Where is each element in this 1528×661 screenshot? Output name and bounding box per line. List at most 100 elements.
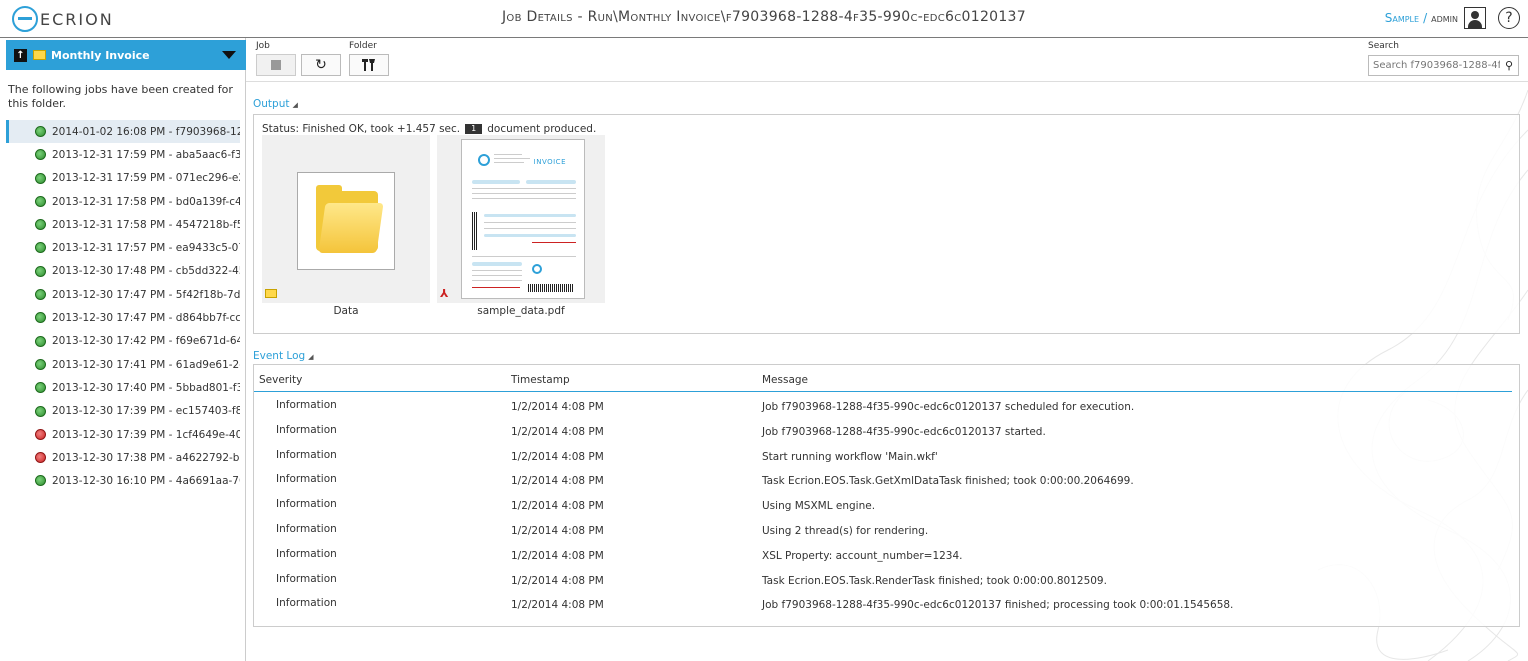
event-log-row[interactable]: Information 1/2/2014 4:08 PM Job f7903968-…: [254, 399, 1512, 424]
rerun-job-button[interactable]: ↻: [301, 54, 341, 76]
cell-timestamp: 1/2/2014 4:08 PM: [511, 549, 604, 562]
invoice-header-band: [484, 234, 576, 237]
stop-icon: [271, 60, 281, 70]
invoice-text-line: [472, 188, 576, 189]
cell-severity: Information: [276, 597, 337, 610]
job-list-item[interactable]: 2013-12-30 17:42 PM - f69e671d-6485-...: [6, 330, 240, 353]
event-log-row[interactable]: Information 1/2/2014 4:08 PM Task Ecrion.E…: [254, 473, 1512, 498]
column-header-timestamp[interactable]: Timestamp: [511, 374, 570, 386]
job-list-item[interactable]: 2013-12-30 17:39 PM - ec157403-f8f8-...: [6, 400, 240, 423]
cell-severity: Information: [276, 423, 337, 436]
job-label: 2013-12-30 17:48 PM - cb5dd322-45b-...: [52, 265, 240, 278]
job-label: 2013-12-31 17:59 PM - 071ec296-e2fa-...: [52, 172, 240, 185]
invoice-text-line: [494, 158, 530, 159]
help-icon[interactable]: ?: [1498, 7, 1520, 29]
cell-message: XSL Property: account_number=1234.: [762, 549, 963, 562]
event-log-row[interactable]: Information 1/2/2014 4:08 PM Job f7903968-…: [254, 424, 1512, 449]
workspace-link[interactable]: Sample: [1385, 11, 1419, 25]
event-log-row[interactable]: Information 1/2/2014 4:08 PM Using 2 threa…: [254, 523, 1512, 548]
invoice-total-line: [472, 287, 520, 288]
output-section-toggle[interactable]: Output ◢: [253, 98, 298, 110]
status-ok-icon: [35, 382, 46, 394]
status-ok-icon: [35, 219, 46, 231]
search-box: ⚲: [1368, 55, 1519, 76]
status-ok-icon: [35, 405, 46, 417]
user-area: Sample / admin ?: [1385, 5, 1520, 31]
up-arrow-icon[interactable]: ↑: [14, 48, 27, 62]
refresh-icon: ↻: [315, 57, 327, 73]
user-name[interactable]: admin: [1431, 11, 1458, 25]
user-avatar-icon[interactable]: [1464, 7, 1486, 29]
job-list-item[interactable]: 2013-12-30 17:38 PM - a4622792-b8b-...: [6, 446, 240, 469]
column-header-severity[interactable]: Severity: [259, 374, 302, 386]
status-ok-icon: [35, 358, 46, 370]
job-list-item[interactable]: 2014-01-02 16:08 PM - f7903968-1288-...: [6, 120, 240, 144]
app-header: ECRION Job Details - Run\Monthly Invoice…: [0, 0, 1528, 38]
cell-message: Using 2 thread(s) for rendering.: [762, 525, 929, 537]
status-ok-icon: [35, 149, 46, 161]
cell-message: Task Ecrion.EOS.Task.GetXmlDataTask fini…: [762, 475, 1134, 488]
invoice-text-line: [472, 193, 576, 194]
event-log-row[interactable]: Information 1/2/2014 4:08 PM Task Ecrion.E…: [254, 573, 1512, 598]
cell-severity: Information: [276, 547, 337, 560]
event-log-row[interactable]: Information 1/2/2014 4:08 PM XSL Property:…: [254, 548, 1512, 573]
output-item-pdf[interactable]: INVOICE ⅄: [437, 135, 605, 303]
job-label: 2013-12-30 17:42 PM - f69e671d-6485-...: [52, 335, 240, 348]
job-list-item[interactable]: 2013-12-31 17:59 PM - aba5aac6-f398-...: [6, 143, 240, 166]
status-ok-icon: [35, 475, 46, 487]
sidebar: ↑ Monthly Invoice The following jobs hav…: [0, 38, 246, 661]
job-list-item[interactable]: 2013-12-30 17:48 PM - cb5dd322-45b-...: [6, 260, 240, 283]
event-log-section-toggle[interactable]: Event Log ◢: [253, 350, 314, 362]
stop-job-button[interactable]: [256, 54, 296, 76]
search-input[interactable]: [1369, 60, 1500, 71]
folder-front-shape: [318, 203, 384, 253]
cell-timestamp: 1/2/2014 4:08 PM: [511, 425, 604, 438]
job-label: 2013-12-30 17:47 PM - d864bb7f-cc31-...: [52, 312, 240, 325]
chevron-down-icon[interactable]: [222, 51, 236, 59]
job-list-item[interactable]: 2013-12-30 17:47 PM - 5f42f18b-7d11-...: [6, 283, 240, 306]
column-header-message[interactable]: Message: [762, 374, 808, 386]
toolbar: Job ↻ Folder Search ⚲: [246, 38, 1528, 82]
document-count-badge: 1: [465, 124, 483, 134]
cell-message: Start running workflow 'Main.wkf': [762, 450, 938, 463]
output-item-data-folder[interactable]: [262, 135, 430, 303]
folder-selector[interactable]: ↑ Monthly Invoice: [6, 40, 246, 70]
job-list-item[interactable]: 2013-12-31 17:58 PM - 4547218b-f527-...: [6, 213, 240, 236]
event-log-header: Severity Timestamp Message: [254, 365, 1512, 392]
status-error-icon: [35, 452, 46, 464]
status-suffix: document produced.: [487, 123, 597, 135]
barcode-vertical: [472, 212, 478, 250]
cell-message: Job f7903968-1288-4f35-990c-edc6c0120137…: [762, 401, 1135, 413]
cell-message: Job f7903968-1288-4f35-990c-edc6c0120137…: [762, 425, 1046, 438]
job-label: 2014-01-02 16:08 PM - f7903968-1288-...: [52, 125, 240, 138]
job-group-label: Job: [256, 41, 270, 51]
status-ok-icon: [35, 242, 46, 254]
collapse-triangle-icon: ◢: [308, 353, 314, 361]
event-log-row[interactable]: Information 1/2/2014 4:08 PM Using MSXML e…: [254, 498, 1512, 523]
job-list-item[interactable]: 2013-12-30 17:47 PM - d864bb7f-cc31-...: [6, 306, 240, 329]
status-ok-icon: [35, 289, 46, 301]
job-list-item[interactable]: 2013-12-30 17:41 PM - 61ad9e61-2d5-...: [6, 353, 240, 376]
job-list-item[interactable]: 2013-12-30 16:10 PM - 4a6691aa-76c-...: [6, 469, 240, 492]
job-list-item[interactable]: 2013-12-30 17:40 PM - 5bbad801-f35-...: [6, 376, 240, 399]
job-list-item[interactable]: 2013-12-30 17:39 PM - 1cf4649e-4034-...: [6, 423, 240, 446]
user-separator: /: [1423, 11, 1428, 25]
invoice-text-line: [472, 198, 576, 199]
invoice-header-band: [484, 214, 576, 217]
folder-settings-button[interactable]: [349, 54, 389, 76]
invoice-text-line: [472, 275, 522, 276]
cell-message: Job f7903968-1288-4f35-990c-edc6c0120137…: [762, 599, 1234, 612]
job-list-item[interactable]: 2013-12-31 17:58 PM - bd0a139f-c424-...: [6, 190, 240, 213]
search-icon[interactable]: ⚲: [1500, 59, 1518, 72]
job-list-item[interactable]: 2013-12-31 17:59 PM - 071ec296-e2fa-...: [6, 167, 240, 190]
job-list-item[interactable]: 2013-12-31 17:57 PM - ea9433c5-078-...: [6, 236, 240, 259]
status-ok-icon: [35, 312, 46, 324]
search-label: Search: [1368, 41, 1399, 51]
status-ok-icon: [35, 172, 46, 184]
cell-timestamp: 1/2/2014 4:08 PM: [511, 599, 604, 612]
event-log-row[interactable]: Information 1/2/2014 4:08 PM Start running…: [254, 449, 1512, 474]
status-ok-icon: [35, 195, 46, 207]
cell-message: Task Ecrion.EOS.Task.RenderTask finished…: [762, 574, 1107, 587]
folder-group-label: Folder: [349, 41, 377, 51]
event-log-row[interactable]: Information 1/2/2014 4:08 PM Job f7903968-…: [254, 597, 1512, 622]
